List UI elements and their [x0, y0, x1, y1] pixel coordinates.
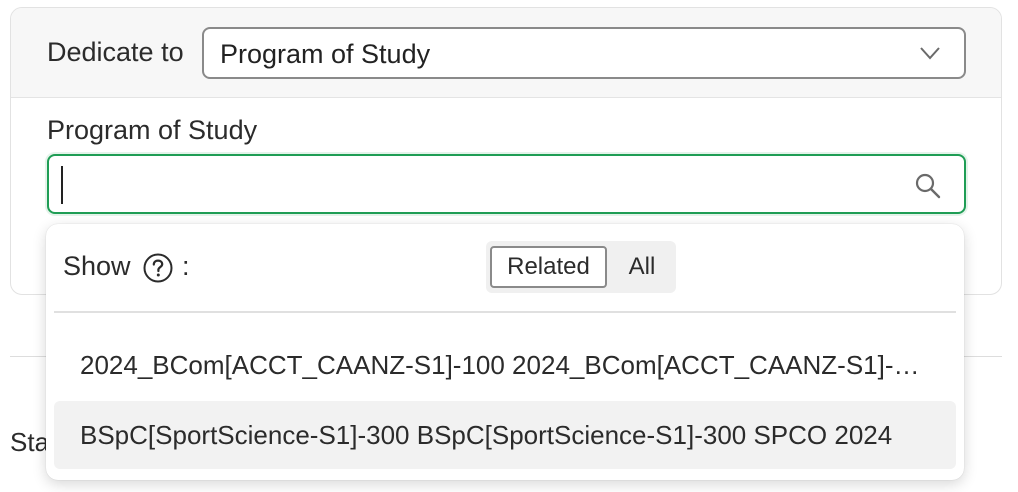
page: Sta Dedicate to Program of Study Program…: [0, 0, 1018, 492]
program-dropdown: Show : Related All 2024_BCom[ACCT_CAANZ-…: [46, 224, 964, 480]
underlay-partial-label: Sta: [10, 427, 50, 457]
dedicate-header: Dedicate to Program of Study: [11, 8, 1001, 98]
dropdown-divider: [54, 311, 956, 313]
show-label: Show: [63, 251, 131, 281]
dropdown-option-label: 2024_BCom[ACCT_CAANZ-S1]-100 2024_BCom[A…: [80, 350, 930, 380]
chevron-down-icon: [920, 47, 940, 60]
dropdown-option[interactable]: BSpC[SportScience-S1]-300 BSpC[SportScie…: [54, 401, 956, 469]
show-colon: :: [182, 251, 190, 281]
dedicate-label: Dedicate to: [47, 37, 184, 67]
toggle-related-button[interactable]: Related: [490, 246, 607, 288]
search-icon[interactable]: [914, 172, 942, 200]
dedicate-select-value: Program of Study: [220, 39, 431, 69]
dedicate-select[interactable]: Program of Study: [202, 27, 966, 79]
program-of-study-label: Program of Study: [47, 115, 258, 145]
dropdown-option-label: BSpC[SportScience-S1]-300 BSpC[SportScie…: [80, 420, 893, 450]
help-circle-icon[interactable]: [142, 252, 174, 284]
program-search-input[interactable]: [59, 162, 899, 206]
toggle-all-button[interactable]: All: [612, 246, 672, 288]
dropdown-option[interactable]: 2024_BCom[ACCT_CAANZ-S1]-100 2024_BCom[A…: [54, 331, 956, 399]
text-caret: [61, 166, 63, 204]
show-toggle-group: Related All: [486, 241, 676, 293]
program-search-field[interactable]: [47, 154, 966, 214]
